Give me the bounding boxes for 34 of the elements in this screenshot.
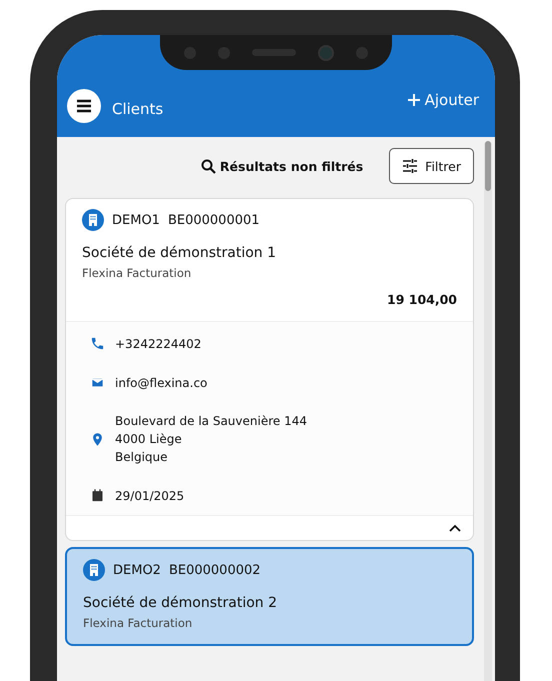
page-title: Clients <box>112 100 164 118</box>
client-card[interactable]: DEMO2 BE000000002 Société de démonstration 2 Flexina Facturation <box>65 547 474 646</box>
detail-text: Boulevard de la Sauvenière 144 <box>115 414 307 428</box>
menu-button[interactable] <box>67 89 101 123</box>
vat-number: BE000000002 <box>168 562 261 578</box>
add-button[interactable]: Ajouter <box>406 91 479 109</box>
phone-icon <box>90 336 105 351</box>
company-name: Flexina Facturation <box>82 266 192 280</box>
detail-text: +3242224402 <box>115 336 202 350</box>
client-code: DEMO2 <box>113 562 161 578</box>
filter-status: Résultats non filtrés <box>220 158 364 174</box>
detail-text: 29/01/2025 <box>115 488 184 502</box>
plus-icon <box>406 93 421 107</box>
detail-text: info@flexina.co <box>115 376 208 390</box>
amount: 19 104,00 <box>386 292 457 307</box>
filter-button[interactable]: Filtrer <box>389 148 474 184</box>
calendar-icon <box>90 488 105 503</box>
client-name: Société de démonstration 1 <box>82 245 278 261</box>
vat-number: BE000000001 <box>168 212 260 228</box>
detail-text: Belgique <box>115 450 169 464</box>
search-icon <box>200 158 216 174</box>
map-pin-icon <box>90 432 105 446</box>
building-icon <box>82 209 104 231</box>
client-name: Société de démonstration 2 <box>83 595 278 611</box>
detail-text: 4000 Liège <box>115 432 183 446</box>
sliders-icon <box>402 159 418 173</box>
client-code: DEMO1 <box>112 212 160 228</box>
chevron-up-icon <box>449 524 461 532</box>
building-icon <box>83 559 105 581</box>
menu-icon <box>76 99 92 113</box>
collapse-button[interactable] <box>449 524 461 532</box>
company-name: Flexina Facturation <box>83 616 194 630</box>
client-card[interactable]: DEMO1 BE000000001 Société de démonstration 1 Flexina Facturation 19 104,00 +3242224402 info@flexina.co Boulevard de la Sauvenière 144 4000 Liège Belgique 29/01/2025 <box>65 198 474 541</box>
scrollbar[interactable] <box>484 141 492 681</box>
